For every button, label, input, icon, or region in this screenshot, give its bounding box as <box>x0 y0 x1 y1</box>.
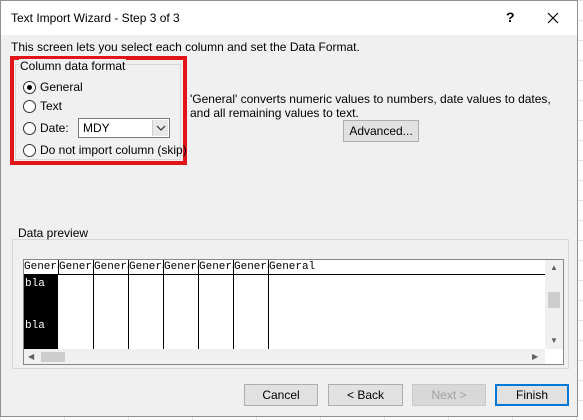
scroll-up-icon[interactable]: ▲ <box>550 263 558 272</box>
data-preview-label: Data preview <box>18 226 89 240</box>
radio-text-label: Text <box>40 99 63 113</box>
column-divider <box>93 275 94 350</box>
close-icon <box>547 12 559 24</box>
cancel-button[interactable]: Cancel <box>244 384 318 406</box>
preview-header-cell[interactable]: General <box>269 260 349 275</box>
column-divider <box>198 275 199 350</box>
column-format-legend: Column data format <box>19 59 127 73</box>
title-bar: Text Import Wizard - Step 3 of 3 ? <box>1 1 577 35</box>
radio-skip-label: Do not import column (skip) <box>40 143 187 157</box>
vertical-scrollbar[interactable]: ▲ ▼ <box>545 260 563 349</box>
close-button[interactable] <box>543 8 563 28</box>
advanced-button[interactable]: Advanced... <box>343 120 419 142</box>
preview-cell: bla <box>25 320 45 332</box>
finish-button[interactable]: Finish <box>495 384 569 406</box>
preview-header-cell[interactable]: General <box>164 260 199 275</box>
preview-cell: bla <box>25 278 45 290</box>
data-preview-grid[interactable]: General General General General General … <box>23 259 564 365</box>
horizontal-scrollbar[interactable]: ◀ ▶ <box>24 349 545 364</box>
scroll-right-icon[interactable]: ▶ <box>532 352 538 361</box>
scroll-down-icon[interactable]: ▼ <box>550 336 558 345</box>
date-format-dropdown-button[interactable] <box>152 120 168 136</box>
date-format-value: MDY <box>83 121 110 135</box>
radio-skip[interactable]: Do not import column (skip) <box>23 143 187 157</box>
column-divider <box>163 275 164 350</box>
radio-general-label: General <box>40 80 83 94</box>
radio-text[interactable]: Text <box>23 99 62 113</box>
preview-header-row: General General General General General … <box>24 260 563 275</box>
radio-date-circle[interactable] <box>23 121 36 135</box>
format-description: 'General' converts numeric values to num… <box>190 92 551 120</box>
radio-general-circle[interactable] <box>23 80 36 94</box>
preview-header-cell[interactable]: General <box>24 260 59 275</box>
help-button[interactable]: ? <box>506 9 515 25</box>
radio-text-circle[interactable] <box>23 99 36 113</box>
radio-date-label: Date: <box>40 121 69 135</box>
column-divider <box>128 275 129 350</box>
chevron-down-icon <box>156 125 166 131</box>
window-title: Text Import Wizard - Step 3 of 3 <box>11 11 180 25</box>
next-button[interactable]: Next > <box>412 384 486 406</box>
radio-general[interactable]: General <box>23 80 83 94</box>
date-format-select[interactable]: MDY <box>78 118 170 138</box>
horizontal-scroll-thumb[interactable] <box>41 352 65 362</box>
column-divider <box>233 275 234 350</box>
intro-text: This screen lets you select each column … <box>11 40 360 54</box>
preview-header-cell[interactable]: General <box>129 260 164 275</box>
preview-header-cell[interactable]: General <box>59 260 94 275</box>
radio-skip-circle[interactable] <box>23 143 36 157</box>
column-divider <box>268 275 269 350</box>
vertical-scroll-thumb[interactable] <box>548 292 560 308</box>
preview-header-cell[interactable]: General <box>234 260 269 275</box>
preview-header-cell[interactable]: General <box>199 260 234 275</box>
radio-date[interactable]: Date: <box>23 121 69 135</box>
text-import-wizard-dialog: Text Import Wizard - Step 3 of 3 ? This … <box>0 0 578 417</box>
preview-header-cell[interactable]: General <box>94 260 129 275</box>
back-button[interactable]: < Back <box>328 384 403 406</box>
scroll-left-icon[interactable]: ◀ <box>28 352 34 361</box>
